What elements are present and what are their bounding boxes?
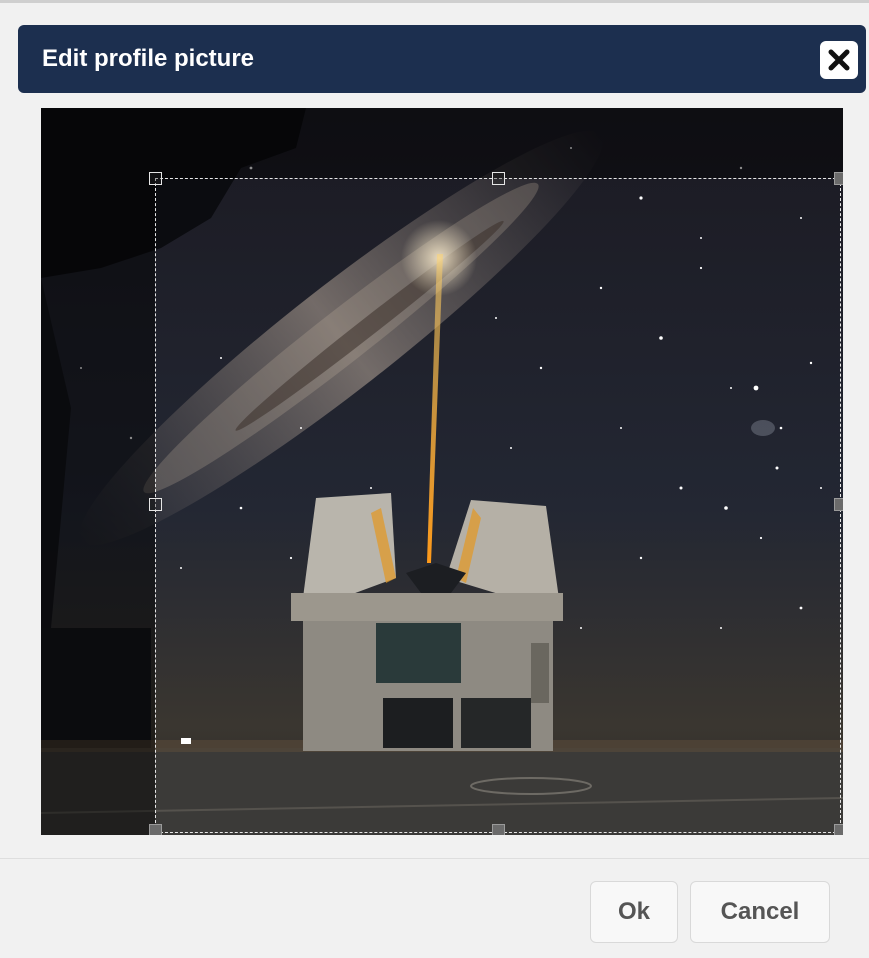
dialog-header: Edit profile picture [18, 25, 866, 93]
crop-image-area[interactable] [41, 108, 843, 835]
footer-divider [0, 858, 869, 859]
close-button[interactable] [820, 41, 858, 79]
close-icon [828, 49, 850, 71]
edit-profile-picture-dialog: Edit profile picture Ok Cancel [0, 0, 869, 958]
ok-button[interactable]: Ok [590, 881, 678, 943]
crop-handle-middle-right[interactable] [834, 498, 843, 511]
crop-handle-middle-left[interactable] [149, 498, 162, 511]
crop-handle-top-center[interactable] [492, 172, 505, 185]
crop-handle-bottom-right[interactable] [834, 824, 843, 835]
crop-handle-top-right[interactable] [834, 172, 843, 185]
crop-mask-top [41, 108, 843, 178]
crop-handle-bottom-center[interactable] [492, 824, 505, 835]
dialog-title: Edit profile picture [42, 45, 255, 72]
cancel-button[interactable]: Cancel [690, 881, 830, 943]
crop-handle-bottom-left[interactable] [149, 824, 162, 835]
crop-handle-top-left[interactable] [149, 172, 162, 185]
crop-mask-left [41, 178, 155, 835]
crop-selection[interactable] [155, 178, 841, 833]
